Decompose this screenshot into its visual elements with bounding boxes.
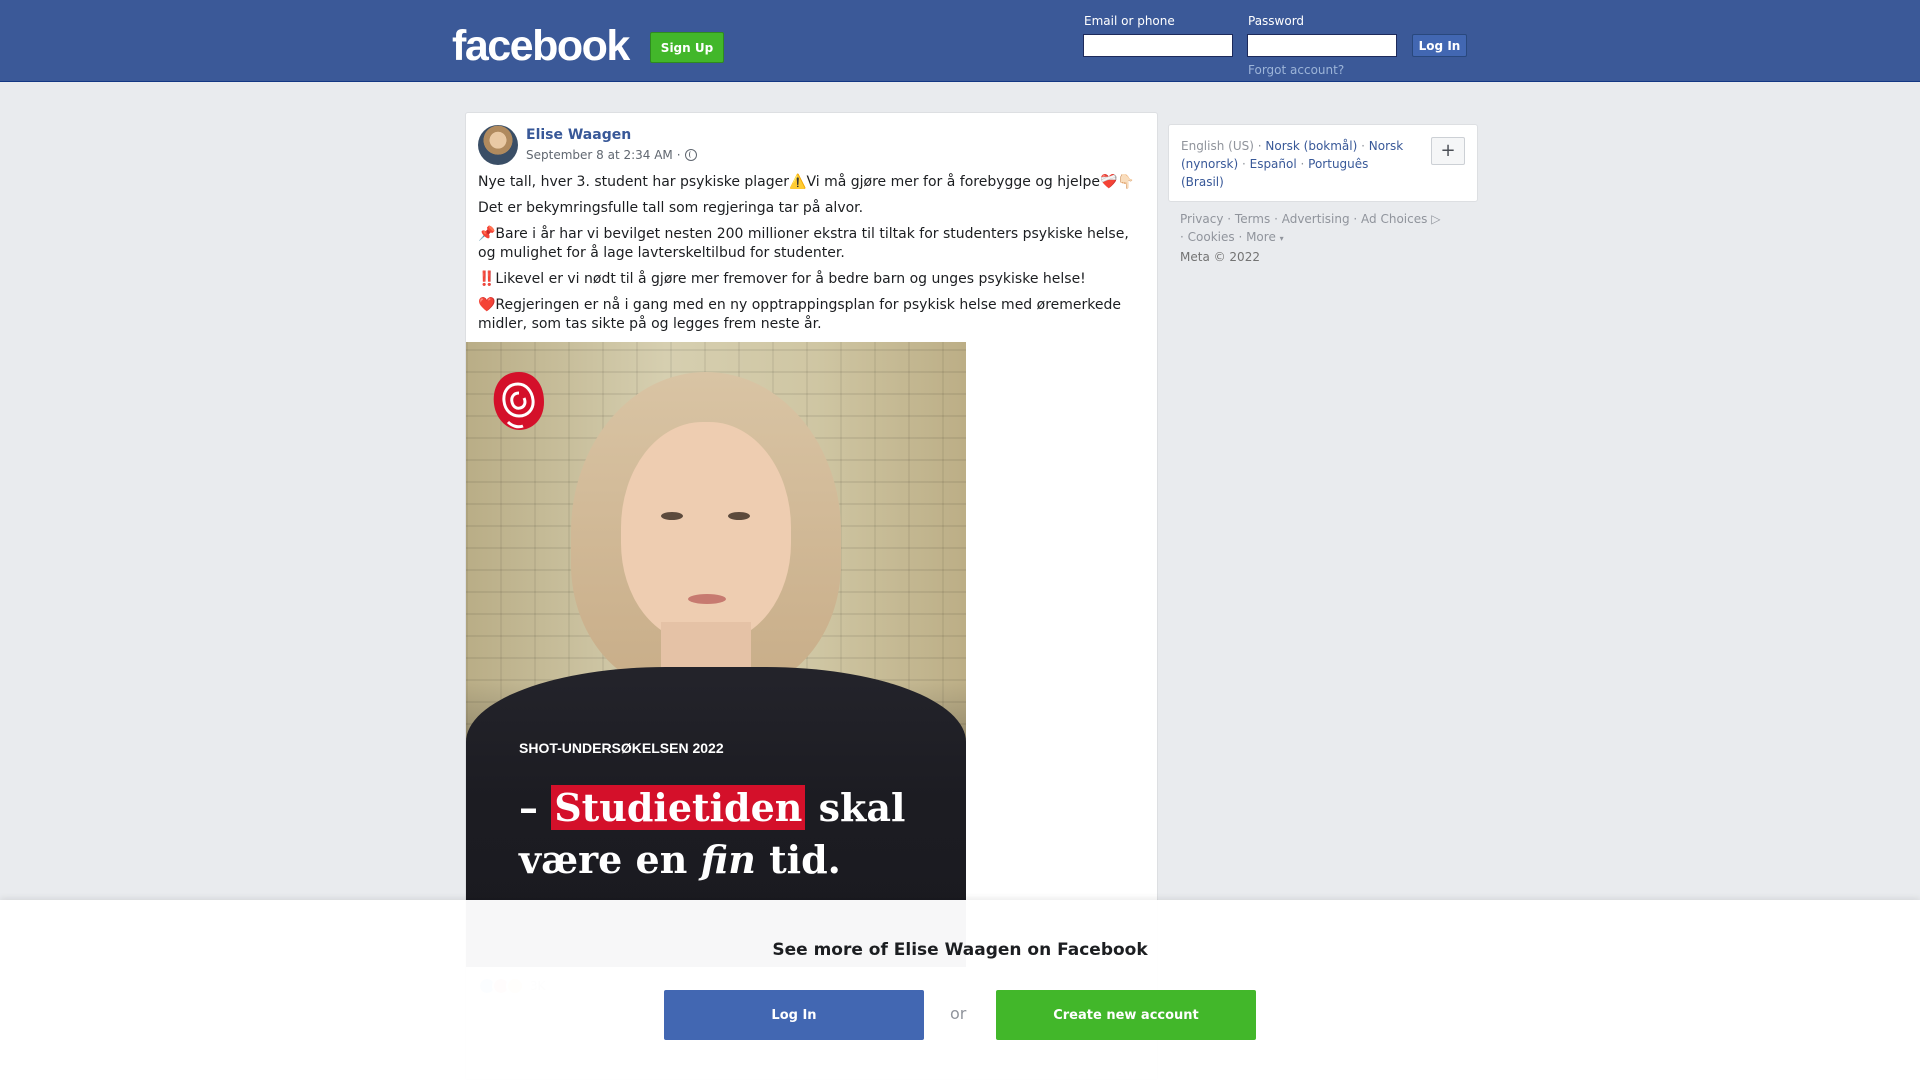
post-paragraph: Det er bekymringsfulle tall som regjerin… — [478, 200, 864, 216]
email-label: Email or phone — [1084, 14, 1175, 28]
or-label: or — [950, 1004, 967, 1023]
language-box: English (US) · Norsk (bokmål) · Norsk (n… — [1168, 124, 1478, 202]
image-quote: – Studietiden skal være en fin tid. — [519, 782, 905, 886]
quote-line2-a: være en — [519, 837, 701, 882]
sign-up-button[interactable]: Sign Up — [650, 32, 724, 63]
ad-choices-icon: ▷ — [1431, 212, 1441, 226]
terms-link[interactable]: Terms — [1235, 212, 1270, 226]
post-body: Nye tall, hver 3. student har psykiske p… — [478, 173, 1148, 341]
quote-dash: – — [519, 785, 552, 830]
globe-icon[interactable] — [684, 149, 697, 161]
password-field[interactable] — [1247, 34, 1397, 57]
rose-logo-icon — [493, 372, 544, 430]
create-account-button[interactable]: Create new account — [996, 990, 1256, 1040]
ad-choices-link[interactable]: Ad Choices — [1361, 212, 1427, 226]
post-paragraph: Nye tall, hver 3. student har psykiske p… — [478, 174, 1135, 190]
quote-emphasis: fin — [700, 837, 756, 882]
post-author[interactable]: Elise Waagen — [526, 127, 631, 143]
login-prompt-title: See more of Elise Waagen on Facebook — [772, 940, 1148, 960]
post-paragraph: ‼️Likevel er vi nødt til å gjøre mer fre… — [478, 271, 1086, 287]
caret-down-icon: ▾ — [1279, 234, 1284, 243]
footer-links: Privacy · Terms · Advertising · Ad Choic… — [1180, 210, 1480, 266]
post-image[interactable]: SHOT-UNDERSØKELSEN 2022 – Studietiden sk… — [466, 342, 966, 967]
cookies-link[interactable]: Cookies — [1188, 230, 1235, 244]
photo-lips — [688, 594, 726, 604]
language-link[interactable]: Español — [1250, 157, 1297, 171]
photo-face — [621, 422, 791, 642]
facebook-logo[interactable]: facebook — [452, 22, 630, 71]
top-bar: facebook Sign Up Email or phone Password… — [0, 0, 1920, 82]
photo-eye — [728, 512, 750, 520]
current-language: English (US) — [1181, 139, 1254, 153]
forgot-account-link[interactable]: Forgot account? — [1248, 63, 1344, 77]
post-timestamp[interactable]: September 8 at 2:34 AM — [526, 148, 673, 162]
email-field[interactable] — [1083, 34, 1233, 57]
bottom-log-in-button[interactable]: Log In — [664, 990, 924, 1040]
post-paragraph: ❤️Regjeringen er nå i gang med en ny opp… — [478, 297, 1121, 332]
post-meta: September 8 at 2:34 AM · — [526, 148, 697, 162]
advertising-link[interactable]: Advertising — [1282, 212, 1350, 226]
password-label: Password — [1248, 14, 1305, 28]
photo-eye — [661, 512, 683, 520]
quote-rest: skal — [805, 785, 906, 830]
more-languages-button[interactable]: + — [1431, 137, 1465, 165]
quote-line2-b: tid. — [755, 837, 841, 882]
meta-separator: · — [676, 148, 681, 162]
quote-highlight: Studietiden — [551, 785, 806, 830]
privacy-link[interactable]: Privacy — [1180, 212, 1223, 226]
more-link[interactable]: More — [1246, 230, 1276, 244]
survey-label: SHOT-UNDERSØKELSEN 2022 — [519, 740, 724, 756]
copyright: Meta © 2022 — [1180, 250, 1260, 264]
language-link[interactable]: Norsk (bokmål) — [1265, 139, 1357, 153]
login-prompt-bar: See more of Elise Waagen on Facebook Log… — [0, 900, 1920, 1080]
post-paragraph: 📌Bare i år har vi bevilget nesten 200 mi… — [478, 226, 1129, 261]
log-in-button[interactable]: Log In — [1412, 34, 1467, 57]
avatar[interactable] — [478, 125, 518, 165]
